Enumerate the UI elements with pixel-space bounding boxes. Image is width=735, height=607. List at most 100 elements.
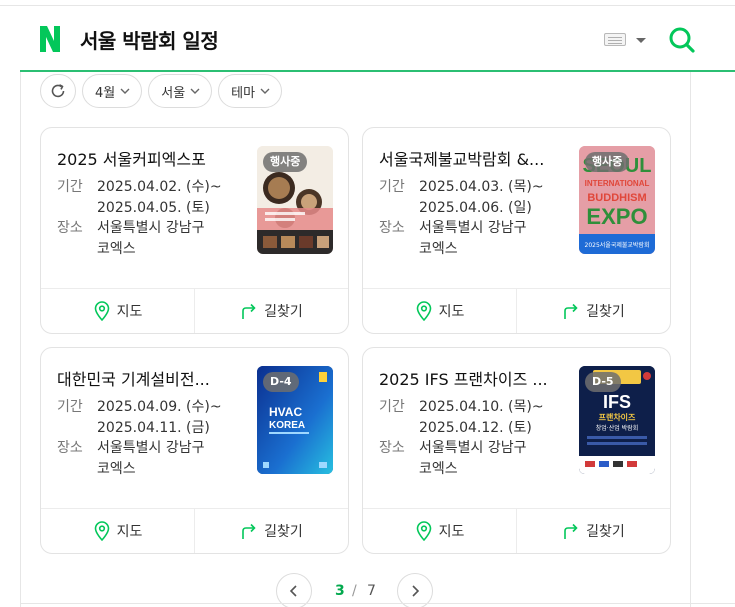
period-start: 2025.04.10. (목)~	[419, 399, 544, 415]
place-label: 장소	[379, 220, 405, 236]
directions-arrow-icon	[564, 303, 578, 319]
filter-bar: 4월 서울 테마	[40, 74, 283, 108]
event-period: 기간 2025.04.03. (목)~ 2025.04.06. (일)	[379, 177, 579, 219]
event-name[interactable]: 서울국제불교박람회 &...	[379, 146, 561, 170]
event-card[interactable]: 2025 서울커피엑스포 기간 2025.04.02. (수)~ 2025.04.…	[40, 127, 349, 334]
page-separator: /	[352, 583, 357, 599]
period-end: 2025.04.06. (일)	[419, 200, 532, 216]
header-underline	[20, 70, 735, 72]
svg-text:창업·산업 박람회: 창업·산업 박람회	[596, 424, 638, 432]
filter-month-label: 4월	[95, 85, 116, 101]
event-name[interactable]: 2025 IFS 프랜차이즈 ...	[379, 366, 561, 390]
place-line2: 코엑스	[97, 241, 136, 257]
event-poster[interactable]: SEOUL INTERNATIONAL BUDDHISM EXPO 2025서울…	[579, 146, 655, 254]
period-end: 2025.04.11. (금)	[97, 420, 210, 436]
refresh-button[interactable]	[40, 74, 76, 108]
filter-theme[interactable]: 테마	[218, 74, 283, 108]
chevron-down-icon	[260, 88, 270, 94]
chevron-left-icon	[289, 585, 297, 597]
svg-text:프랜차이즈: 프랜차이즈	[599, 412, 636, 422]
place-label: 장소	[379, 440, 405, 456]
map-pin-icon	[416, 521, 431, 541]
caret-down-icon[interactable]	[636, 38, 646, 43]
place-line2: 코엑스	[419, 241, 458, 257]
directions-button[interactable]: 길찾기	[516, 509, 670, 553]
status-badge: 행사중	[263, 152, 308, 172]
place-line2: 코엑스	[97, 461, 136, 477]
directions-label: 길찾기	[586, 524, 625, 540]
svg-text:IFS: IFS	[603, 392, 631, 412]
period-start: 2025.04.09. (수)~	[97, 399, 222, 415]
keyboard-icon[interactable]	[604, 33, 626, 46]
map-pin-icon	[94, 301, 109, 321]
card-actions: 지도 길찾기	[363, 508, 670, 553]
chevron-down-icon	[120, 88, 130, 94]
place-line1: 서울특별시 강남구	[97, 440, 205, 456]
page-title: 서울 박람회 일정	[80, 29, 219, 53]
place-label: 장소	[57, 220, 83, 236]
prev-page-button[interactable]	[276, 573, 312, 607]
dday-badge: D-4	[263, 372, 299, 392]
refresh-icon	[51, 84, 65, 98]
event-name[interactable]: 2025 서울커피엑스포	[57, 146, 239, 170]
period-label: 기간	[379, 399, 405, 415]
svg-text:BUDDHISM: BUDDHISM	[587, 192, 646, 204]
next-page-button[interactable]	[397, 573, 433, 607]
map-button[interactable]: 지도	[363, 509, 516, 553]
event-card[interactable]: 대한민국 기계설비전... 기간 2025.04.09. (수)~ 2025.04…	[40, 347, 349, 554]
header: 서울 박람회 일정	[20, 6, 735, 72]
event-place: 장소 서울특별시 강남구 코엑스	[57, 438, 257, 480]
period-label: 기간	[57, 179, 83, 195]
period-start: 2025.04.03. (목)~	[419, 179, 544, 195]
period-end: 2025.04.12. (토)	[419, 420, 532, 436]
svg-text:EXPO: EXPO	[586, 204, 647, 229]
naver-logo-icon[interactable]	[38, 24, 62, 54]
period-label: 기간	[379, 179, 405, 195]
place-line2: 코엑스	[419, 461, 458, 477]
directions-button[interactable]: 길찾기	[194, 509, 348, 553]
map-pin-icon	[94, 521, 109, 541]
directions-label: 길찾기	[264, 304, 303, 320]
event-place: 장소 서울특별시 강남구코엑스	[57, 218, 257, 260]
map-button[interactable]: 지도	[41, 509, 194, 553]
event-poster[interactable]: HVAC KOREA D-4	[257, 366, 333, 474]
content-border-right	[690, 72, 691, 607]
event-poster[interactable]: 행사중	[257, 146, 333, 254]
chevron-down-icon	[190, 88, 200, 94]
place-line1: 서울특별시 강남구	[97, 220, 205, 236]
svg-text:HVAC: HVAC	[269, 405, 302, 419]
chevron-right-icon	[412, 585, 420, 597]
pagination: 3 / 7	[0, 573, 735, 607]
event-period: 기간 2025.04.02. (수)~ 2025.04.05. (토)	[57, 177, 257, 219]
event-card[interactable]: 서울국제불교박람회 &... 기간 2025.04.03. (목)~ 2025.0…	[362, 127, 671, 334]
status-badge: 행사중	[585, 152, 630, 172]
svg-text:INTERNATIONAL: INTERNATIONAL	[585, 179, 650, 188]
event-card[interactable]: 2025 IFS 프랜차이즈 ... 기간 2025.04.10. (목)~ 20…	[362, 347, 671, 554]
content-border-left	[20, 72, 21, 607]
filter-theme-label: 테마	[231, 85, 256, 101]
directions-button[interactable]: 길찾기	[194, 289, 348, 333]
search-icon[interactable]	[668, 26, 696, 54]
event-poster[interactable]: IFS 프랜차이즈 창업·산업 박람회 D-5	[579, 366, 655, 474]
filter-month[interactable]: 4월	[82, 74, 143, 108]
dday-badge: D-5	[585, 372, 621, 392]
map-label: 지도	[438, 524, 465, 540]
directions-arrow-icon	[242, 523, 256, 539]
map-button[interactable]: 지도	[41, 289, 194, 333]
directions-label: 길찾기	[264, 524, 303, 540]
map-label: 지도	[438, 304, 465, 320]
map-button[interactable]: 지도	[363, 289, 516, 333]
directions-arrow-icon	[242, 303, 256, 319]
bottom-divider	[20, 603, 735, 604]
period-end: 2025.04.05. (토)	[97, 200, 210, 216]
card-actions: 지도 길찾기	[41, 288, 348, 333]
event-name[interactable]: 대한민국 기계설비전...	[57, 366, 239, 390]
svg-text:KOREA: KOREA	[269, 420, 305, 431]
event-period: 기간 2025.04.09. (수)~ 2025.04.11. (금)	[57, 397, 257, 439]
total-pages: 7	[367, 583, 376, 599]
card-actions: 지도 길찾기	[41, 508, 348, 553]
filter-region[interactable]: 서울	[148, 74, 213, 108]
directions-button[interactable]: 길찾기	[516, 289, 670, 333]
card-actions: 지도 길찾기	[363, 288, 670, 333]
current-page: 3	[335, 583, 345, 599]
